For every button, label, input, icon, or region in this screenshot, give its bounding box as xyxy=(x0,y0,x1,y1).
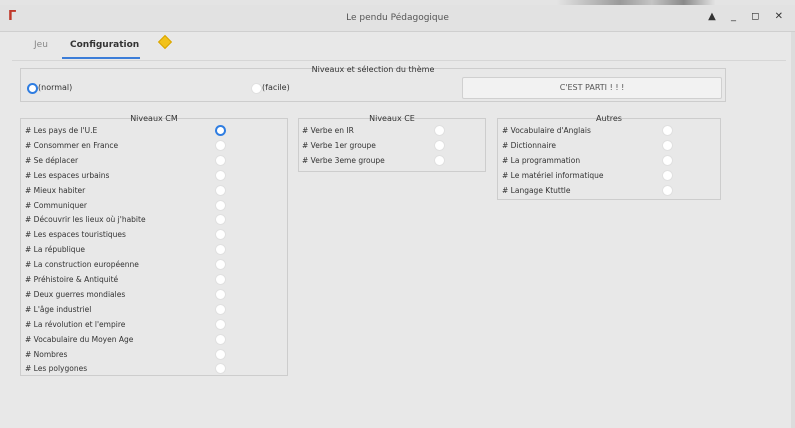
title-bar: Γ Le pendu Pédagogique ▲ _ ◻ ✕ xyxy=(0,5,795,32)
levels-group-title: Niveaux et sélection du thème xyxy=(311,65,435,74)
cm-item-label: # Deux guerres mondiales xyxy=(25,289,126,299)
cm-item-label: # Les polygones xyxy=(25,364,88,374)
radio-normal-label: (normal) xyxy=(38,83,73,92)
tab-configuration[interactable]: Configuration xyxy=(70,40,139,50)
cm-item-label: # Mieux habiter xyxy=(25,185,86,195)
autres-item-label: # Langage Ktuttle xyxy=(502,186,571,195)
cm-item-radio[interactable] xyxy=(215,154,226,166)
ce-item-label: # Verbe en IR xyxy=(302,126,354,135)
window-edge xyxy=(791,32,795,428)
radio-facile-label: (facile) xyxy=(262,83,290,92)
cm-item-label: # Découvrir les lieux où j'habite xyxy=(25,215,146,225)
ce-item-radio[interactable] xyxy=(434,125,445,136)
ce-item-radio[interactable] xyxy=(434,140,445,151)
cm-item-label: # Vocabulaire du Moyen Age xyxy=(25,334,134,344)
cm-item-label: # La république xyxy=(25,245,85,255)
cm-group-title: Niveaux CM xyxy=(130,114,178,123)
cm-item-radio[interactable] xyxy=(215,169,226,181)
window-title: Le pendu Pédagogique xyxy=(346,13,449,23)
ce-group-title: Niveaux CE xyxy=(369,114,415,123)
app-window: Γ Le pendu Pédagogique ▲ _ ◻ ✕ Jeu Confi… xyxy=(0,0,795,428)
autres-item-label: # Dictionnaire xyxy=(502,141,556,150)
cm-item-radio[interactable] xyxy=(215,139,226,151)
cm-item-radio[interactable] xyxy=(215,274,226,285)
cm-item-radio[interactable] xyxy=(215,199,226,211)
autres-item-radio[interactable] xyxy=(662,125,673,136)
cm-item-radio[interactable] xyxy=(215,318,226,330)
cm-item-label: # La révolution et l'empire xyxy=(25,319,126,329)
autres-item-radio[interactable] xyxy=(662,170,673,181)
cm-item-radio[interactable] xyxy=(215,125,226,136)
radio-normal[interactable] xyxy=(27,83,38,94)
active-tab-indicator xyxy=(62,57,140,59)
cm-item-radio[interactable] xyxy=(215,288,226,300)
autres-item-label: # La programmation xyxy=(502,156,581,165)
radio-facile[interactable] xyxy=(251,83,262,94)
cm-item-radio[interactable] xyxy=(215,348,226,360)
cm-item-radio[interactable] xyxy=(215,184,226,196)
cm-item-label: # Les pays de l'U.E xyxy=(25,126,98,135)
start-button[interactable]: C'EST PARTI ! ! ! xyxy=(462,77,722,99)
autres-item-radio[interactable] xyxy=(662,140,673,151)
autres-item-label: # Le matériel informatique xyxy=(502,171,604,180)
divider xyxy=(12,60,786,61)
cm-item-label: # Préhistoire & Antiquité xyxy=(25,275,119,284)
cm-item-label: # Se déplacer xyxy=(25,155,79,165)
cm-item-label: # Les espaces touristiques xyxy=(25,230,126,240)
tab-jeu[interactable]: Jeu xyxy=(34,40,48,50)
cm-item-radio[interactable] xyxy=(215,303,226,315)
cm-item-label: # La construction européenne xyxy=(25,260,139,270)
cm-item-label: # Nombres xyxy=(25,349,68,359)
cm-item-label: # L'âge industriel xyxy=(25,304,92,314)
ce-item-label: # Verbe 3eme groupe xyxy=(302,156,385,165)
autres-item-label: # Vocabulaire d'Anglais xyxy=(502,126,591,135)
window-controls[interactable]: ▲ _ ◻ ✕ xyxy=(708,11,789,22)
ce-item-radio[interactable] xyxy=(434,155,445,166)
ce-item-label: # Verbe 1er groupe xyxy=(302,141,376,150)
tab-bar: Jeu Configuration xyxy=(0,32,795,59)
autres-item-radio[interactable] xyxy=(662,155,673,166)
cm-item-label: # Les espaces urbains xyxy=(25,170,110,180)
cm-item-label: # Consommer en France xyxy=(25,140,119,150)
cm-item-radio[interactable] xyxy=(215,333,226,345)
autres-item-radio[interactable] xyxy=(662,185,673,196)
cm-item-label: # Communiquer xyxy=(25,200,87,210)
autres-group-title: Autres xyxy=(596,114,622,123)
